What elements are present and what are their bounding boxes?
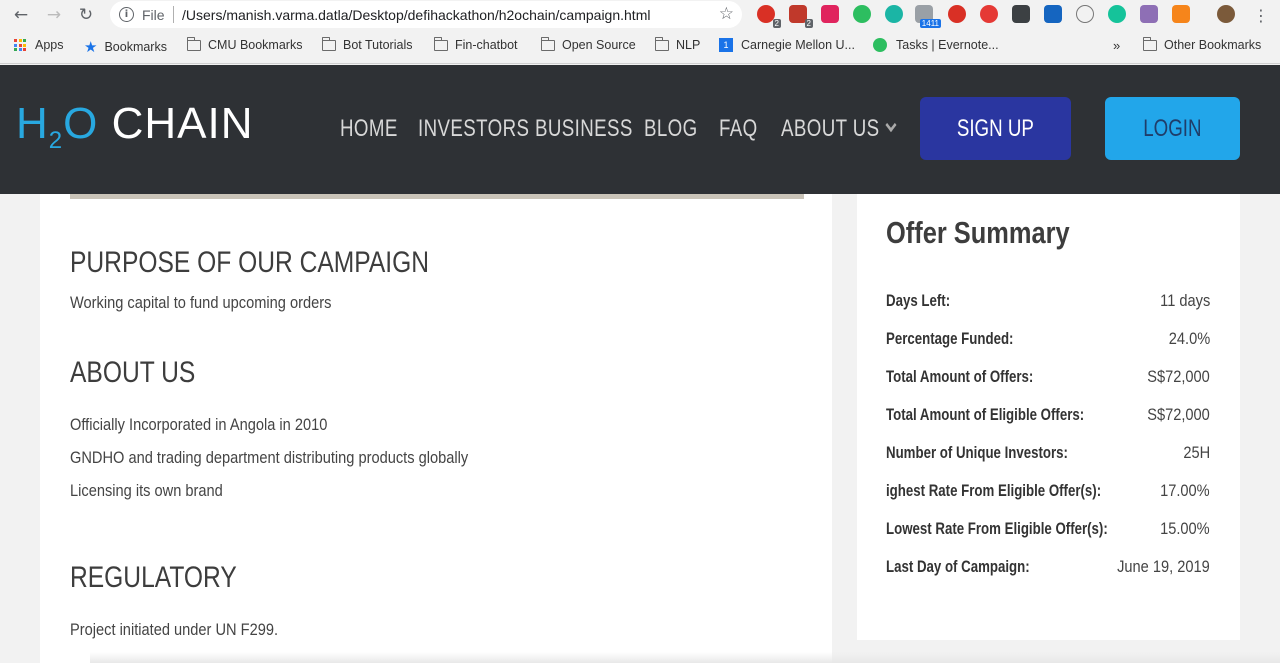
folder-icon [321, 36, 336, 51]
forward-icon[interactable]: → [43, 4, 65, 26]
menu-icon[interactable]: ⋮ [1250, 4, 1272, 26]
nav-business[interactable]: BUSINESS [535, 115, 633, 143]
folder-icon [654, 36, 669, 51]
regulatory-heading: REGULATORY [70, 561, 237, 594]
last-day-label: Last Day of Campaign: [886, 557, 1030, 576]
extension-icon[interactable] [1076, 5, 1094, 23]
apps-icon [14, 39, 26, 51]
site-header: H2O CHAIN HOME INVESTORS BUSINESS BLOG F… [0, 65, 1280, 194]
grammarly-icon[interactable] [1108, 5, 1126, 23]
nav-blog[interactable]: BLOG [644, 115, 698, 143]
last-day-value: June 19, 2019 [1117, 557, 1210, 576]
total-offers-value: S$72,000 [1147, 367, 1210, 386]
extension-icon[interactable] [1044, 5, 1062, 23]
folder-icon [1142, 36, 1157, 51]
highest-rate-label: ighest Rate From Eligible Offer(s): [886, 481, 1102, 500]
purpose-heading: PURPOSE OF OUR CAMPAIGN [70, 246, 430, 279]
star-icon: ★ [84, 38, 98, 56]
mail-icon[interactable]: 1411 [915, 5, 941, 28]
bookmark-other[interactable]: Other Bookmarks [1142, 36, 1261, 52]
total-offers-label: Total Amount of Offers: [886, 367, 1034, 386]
bookmark-folder[interactable]: Fin-chatbot [433, 36, 518, 52]
campaign-image [70, 194, 804, 199]
unique-investors-value: 25H [1183, 443, 1210, 462]
back-icon[interactable]: ← [10, 4, 32, 26]
site-logo[interactable]: H2O CHAIN [16, 99, 254, 155]
extension-icon[interactable] [980, 5, 998, 23]
bookmark-folder[interactable]: Open Source [540, 36, 636, 52]
highest-rate-value: 17.00% [1160, 481, 1210, 500]
extension-icon[interactable] [885, 5, 903, 23]
bookmark-folder[interactable]: CMU Bookmarks [186, 36, 302, 52]
extension-icon[interactable] [1012, 5, 1030, 23]
extension-icon[interactable]: 2 [757, 5, 781, 28]
nav-about-us[interactable]: ABOUT US [781, 115, 897, 143]
about-line: Licensing its own brand [70, 481, 223, 500]
evernote-icon[interactable] [853, 5, 871, 23]
nav-faq[interactable]: FAQ [719, 115, 758, 143]
regulatory-text: Project initiated under UN F299. [70, 620, 279, 639]
folder-icon [540, 36, 555, 51]
about-heading: ABOUT US [70, 356, 196, 389]
nav-home[interactable]: HOME [340, 115, 398, 143]
separator [173, 6, 174, 23]
scroll-shadow [90, 652, 1280, 663]
metamask-icon[interactable] [1172, 5, 1190, 23]
bookmark-star-icon[interactable]: ☆ [719, 4, 734, 24]
adblock-icon[interactable]: 2 [789, 5, 813, 28]
percentage-funded-label: Percentage Funded: [886, 329, 1014, 348]
bookmark-folder[interactable]: NLP [654, 36, 700, 52]
offer-summary-title: Offer Summary [886, 215, 1070, 250]
reload-icon[interactable]: ↻ [75, 4, 97, 26]
nav-investors[interactable]: INVESTORS [418, 115, 529, 143]
bookmarks-bar: Apps ★ Bookmarks CMU Bookmarks Bot Tutor… [0, 30, 1280, 64]
about-line: Officially Incorporated in Angola in 201… [70, 415, 328, 434]
eligible-offers-label: Total Amount of Eligible Offers: [886, 405, 1085, 424]
calendar-icon: 1 [719, 38, 733, 52]
lowest-rate-value: 15.00% [1160, 519, 1210, 538]
extension-icon[interactable] [821, 5, 839, 23]
lowest-rate-label: Lowest Rate From Eligible Offer(s): [886, 519, 1108, 538]
bookmark-evernote[interactable]: Tasks | Evernote... [873, 38, 999, 52]
bookmark-apps[interactable]: Apps [14, 38, 64, 52]
extension-icon[interactable] [948, 5, 966, 23]
evernote-icon [873, 38, 887, 52]
browser-toolbar: ← → ↻ i File /Users/manish.varma.datla/D… [0, 0, 1280, 30]
purpose-text: Working capital to fund upcoming orders [70, 293, 332, 312]
bookmark-bookmarks[interactable]: ★ Bookmarks [84, 38, 167, 56]
bookmark-folder[interactable]: Bot Tutorials [321, 36, 412, 52]
folder-icon [433, 36, 448, 51]
days-left-label: Days Left: [886, 291, 951, 310]
chevron-down-icon [885, 117, 897, 133]
percentage-funded-value: 24.0% [1168, 329, 1210, 348]
info-icon[interactable]: i [119, 7, 134, 22]
unique-investors-label: Number of Unique Investors: [886, 443, 1068, 462]
bookmark-calendar[interactable]: 1 Carnegie Mellon U... [719, 38, 855, 52]
address-bar[interactable]: i File /Users/manish.varma.datla/Desktop… [110, 1, 742, 28]
url-text[interactable]: /Users/manish.varma.datla/Desktop/defiha… [182, 7, 650, 23]
file-label: File [142, 7, 165, 23]
about-line: GNDHO and trading department distributin… [70, 448, 469, 467]
bookmarks-overflow[interactable]: » [1113, 38, 1120, 53]
folder-icon [186, 36, 201, 51]
signup-button[interactable]: SIGN UP [920, 97, 1071, 160]
days-left-value: 11 days [1159, 291, 1210, 310]
eligible-offers-value: S$72,000 [1147, 405, 1210, 424]
extension-icon[interactable] [1140, 5, 1158, 23]
profile-avatar[interactable] [1217, 5, 1235, 23]
login-button[interactable]: LOGIN [1105, 97, 1240, 160]
